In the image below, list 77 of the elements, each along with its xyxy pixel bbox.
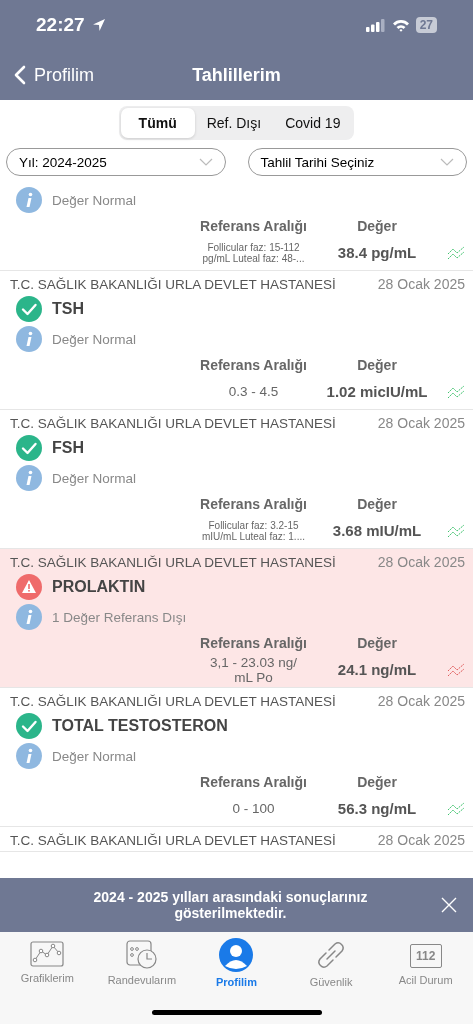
trend-chart-icon[interactable] bbox=[447, 523, 465, 538]
result-status-text: Değer Normal bbox=[52, 748, 137, 764]
reference-range: Follicular faz: 15-112 pg/mL Luteal faz: 48-... bbox=[201, 241, 306, 264]
result-value: 3.68 mIU/mL bbox=[331, 522, 423, 539]
info-icon bbox=[16, 326, 42, 352]
hospital-name: T.C. SAĞLIK BAKANLIĞI URLA DEVLET HASTANESİ bbox=[10, 693, 336, 709]
signal-icon bbox=[365, 18, 386, 32]
chevron-left-icon bbox=[14, 65, 26, 85]
reference-range-label: Referans Aralığı bbox=[200, 356, 307, 375]
result-card[interactable]: Değer Normal Referans Aralığı Değer Follicular faz: 15-112 pg/mL Luteal faz: 48-... 38.4 pg/mL bbox=[0, 182, 473, 271]
result-value: 38.4 pg/mL bbox=[336, 244, 418, 261]
result-card[interactable]: T.C. SAĞLIK BAKANLIĞI URLA DEVLET HASTANESİ 28 Ocak 2025 TSH Değer Normal Referans Aralığı Değer 0.3 - 4.5 1.02 micIU/mL bbox=[0, 271, 473, 410]
tab-bar-item[interactable]: 112 Acil Durum bbox=[378, 932, 473, 996]
result-value: 24.1 ng/mL bbox=[336, 661, 418, 678]
status-time: 22:27 bbox=[36, 14, 85, 36]
segment-tab[interactable]: Ref. Dışı bbox=[194, 108, 274, 138]
value-label: Değer bbox=[356, 773, 398, 792]
reference-range-label: Referans Aralığı bbox=[200, 773, 307, 792]
result-date: 28 Ocak 2025 bbox=[377, 832, 465, 848]
person-icon bbox=[219, 938, 254, 972]
page-title: Tahlillerim bbox=[192, 64, 281, 86]
info-icon bbox=[16, 604, 42, 630]
result-status-text: 1 Değer Referans Dışı bbox=[52, 609, 187, 625]
line-chart-icon bbox=[30, 938, 65, 968]
info-icon bbox=[16, 743, 42, 769]
back-button[interactable]: Profilim bbox=[0, 64, 108, 86]
trend-chart-icon[interactable] bbox=[447, 245, 465, 260]
reference-range: 0 - 100 bbox=[231, 801, 276, 816]
hospital-name: T.C. SAĞLIK BAKANLIĞI URLA DEVLET HASTANESİ bbox=[10, 415, 336, 431]
value-label: Değer bbox=[356, 356, 398, 375]
value-label: Değer bbox=[356, 634, 398, 653]
dropdown-field[interactable]: Tahlil Tarihi Seçiniz bbox=[247, 148, 467, 176]
calendar-clock-icon bbox=[124, 938, 159, 970]
battery-level: 27 bbox=[415, 17, 437, 33]
result-date: 28 Ocak 2025 bbox=[377, 276, 465, 292]
trend-chart-icon[interactable] bbox=[447, 384, 465, 399]
test-name: TSH bbox=[52, 300, 84, 318]
info-icon bbox=[16, 465, 42, 491]
result-card[interactable]: T.C. SAĞLIK BAKANLIĞI URLA DEVLET HASTANESİ 28 Ocak 2025 bbox=[0, 827, 473, 852]
dropdown-field[interactable]: Yıl: 2024-2025 bbox=[6, 148, 226, 176]
result-date: 28 Ocak 2025 bbox=[377, 554, 465, 570]
info-icon bbox=[16, 187, 42, 213]
result-card[interactable]: T.C. SAĞLIK BAKANLIĞI URLA DEVLET HASTANESİ 28 Ocak 2025 TOTAL TESTOSTERON Değer Normal Referans Aralığı Değer 0 - 100 56.3 ng/mL bbox=[0, 688, 473, 827]
result-date: 28 Ocak 2025 bbox=[377, 693, 465, 709]
result-date: 28 Ocak 2025 bbox=[377, 415, 465, 431]
location-arrow-icon bbox=[90, 17, 107, 33]
result-card-highlighted[interactable]: T.C. SAĞLIK BAKANLIĞI URLA DEVLET HASTANESİ 28 Ocak 2025 PROLAKTIN 1 Değer Referans Dışı Referans Aralığı Değer 3,1 - 23.03 ng/ mL Po 24.1 ng/mL bbox=[0, 549, 473, 688]
value-label: Değer bbox=[356, 495, 398, 514]
segment-tab[interactable]: Covid 19 bbox=[273, 108, 353, 138]
reference-range-label: Referans Aralığı bbox=[200, 495, 307, 514]
test-name: TOTAL TESTOSTERON bbox=[52, 717, 228, 735]
reference-range: 0.3 - 4.5 bbox=[227, 384, 280, 399]
test-name: PROLAKTIN bbox=[52, 578, 146, 596]
reference-range-label: Referans Aralığı bbox=[200, 634, 307, 653]
segment-tab[interactable]: Tümü bbox=[120, 108, 195, 138]
value-label: Değer bbox=[356, 217, 398, 236]
trend-chart-icon[interactable] bbox=[447, 662, 465, 677]
test-name: FSH bbox=[52, 439, 84, 457]
chevron-down-icon bbox=[198, 158, 213, 166]
hospital-name: T.C. SAĞLIK BAKANLIĞI URLA DEVLET HASTANESİ bbox=[10, 276, 336, 292]
close-button[interactable] bbox=[441, 897, 457, 913]
reference-range: Follicular faz: 3.2-15 mIU/mL Luteal faz: 1.... bbox=[201, 519, 306, 542]
banner-text: 2024 - 2025 yılları arasındaki sonuçlarınız gösterilmektedir. bbox=[92, 889, 369, 921]
result-status-text: Değer Normal bbox=[52, 331, 137, 347]
chevron-down-icon bbox=[440, 158, 454, 166]
tab-bar-item[interactable]: Profilim bbox=[189, 932, 284, 996]
reference-range: 3,1 - 23.03 ng/ mL Po bbox=[208, 654, 299, 685]
close-icon bbox=[441, 897, 457, 913]
hospital-name: T.C. SAĞLIK BAKANLIĞI URLA DEVLET HASTANESİ bbox=[10, 554, 336, 570]
hospital-name: T.C. SAĞLIK BAKANLIĞI URLA DEVLET HASTANESİ bbox=[10, 832, 336, 848]
wifi-icon bbox=[391, 18, 410, 32]
result-status-text: Değer Normal bbox=[52, 192, 137, 208]
result-status-text: Değer Normal bbox=[52, 470, 137, 486]
result-value: 56.3 ng/mL bbox=[336, 800, 418, 817]
trend-chart-icon[interactable] bbox=[447, 801, 465, 816]
result-value: 1.02 micIU/mL bbox=[325, 383, 429, 400]
reference-range-label: Referans Aralığı bbox=[200, 217, 307, 236]
